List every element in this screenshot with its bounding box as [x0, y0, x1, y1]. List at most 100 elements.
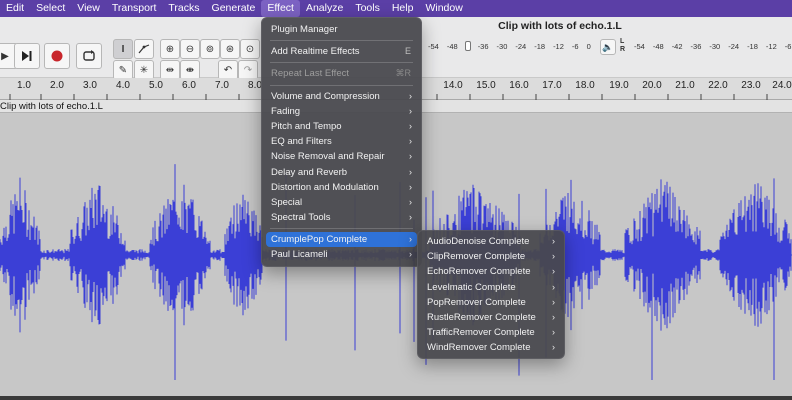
- redo-button[interactable]: ↷: [238, 60, 258, 80]
- menu-item-paul-licameli[interactable]: Paul Licameli ›: [262, 247, 421, 262]
- menu-item-label: Delay and Reverb: [271, 166, 348, 178]
- zoom-out-button[interactable]: ⊖: [180, 39, 200, 59]
- fit-selection-button[interactable]: ⊚: [200, 39, 220, 59]
- menu-item-label: Repeat Last Effect: [271, 68, 349, 80]
- menu-separator: [270, 40, 413, 42]
- zoom-toggle-button[interactable]: ⊙: [240, 39, 260, 59]
- i-beam-icon: I: [121, 43, 125, 55]
- playback-meter-tick: -18: [747, 41, 758, 51]
- chevron-right-icon: ›: [552, 327, 555, 338]
- record-meter-tick: -30: [496, 41, 508, 51]
- menu-item-label: Levelmatic Complete: [427, 281, 516, 293]
- menu-item-label: EQ and Filters: [271, 136, 332, 148]
- playback-meter-tick: -24: [728, 41, 740, 51]
- fit-project-button[interactable]: ⊛: [220, 39, 240, 59]
- menu-separator: [270, 228, 413, 230]
- playback-meter-tick: -30: [709, 41, 721, 51]
- playback-meter-tick: -6: [784, 41, 792, 51]
- record-meter-knob[interactable]: [464, 41, 471, 51]
- menu-item-distortion-and-modulation[interactable]: Distortion and Modulation ›: [262, 180, 421, 195]
- zoom-out-icon: ⊖: [185, 43, 195, 55]
- chevron-right-icon: ›: [409, 120, 412, 131]
- menu-effect[interactable]: Effect: [261, 0, 300, 17]
- draw-tool-button[interactable]: ✎: [113, 60, 133, 80]
- menu-item-spectral-tools[interactable]: Spectral Tools ›: [262, 210, 421, 225]
- menu-item-eq-and-filters[interactable]: EQ and Filters ›: [262, 134, 421, 149]
- asterisk-icon: ✳: [139, 64, 149, 76]
- playback-meter-tick: -48: [652, 41, 664, 51]
- menu-item-label: Spectral Tools: [271, 212, 331, 224]
- record-meter-tick: -36: [477, 41, 489, 51]
- chevron-right-icon: ›: [409, 105, 412, 116]
- effect-menu: Plugin Manager Add Realtime Effects E Re…: [261, 17, 422, 267]
- submenu-item-popremover[interactable]: PopRemover Complete ›: [418, 295, 564, 310]
- record-meter[interactable]: -54 -48 -36 -30 -24 -18 -12 -6 0: [424, 39, 595, 53]
- menu-item-label: Noise Removal and Repair: [271, 151, 385, 163]
- loop-button[interactable]: [76, 43, 102, 69]
- menu-item-label: AudioDenoise Complete: [427, 236, 530, 247]
- submenu-item-windremover[interactable]: WindRemover Complete ›: [418, 340, 564, 355]
- menu-item-plugin-manager[interactable]: Plugin Manager: [262, 22, 421, 37]
- menu-select[interactable]: Select: [30, 0, 71, 17]
- envelope-tool-button[interactable]: [134, 39, 154, 59]
- submenu-item-audiodenoise[interactable]: AudioDenoise Complete ›: [418, 234, 564, 249]
- menu-edit[interactable]: Edit: [0, 0, 30, 17]
- chevron-right-icon: ›: [409, 181, 412, 192]
- ruler-label: 14.0: [443, 80, 463, 91]
- record-meter-tick: -48: [446, 41, 458, 51]
- channel-right-label: R: [620, 46, 626, 53]
- menu-generate[interactable]: Generate: [206, 0, 262, 17]
- submenu-item-trafficremover[interactable]: TrafficRemover Complete ›: [418, 325, 564, 340]
- selection-tool-button[interactable]: I: [113, 39, 133, 59]
- zoom-in-button[interactable]: ⊕: [160, 39, 180, 59]
- menu-item-repeat-last-effect: Repeat Last Effect ⌘R: [262, 66, 421, 81]
- playback-meter[interactable]: -54 -48 -42 -36 -30 -24 -18 -12 -6 0: [630, 39, 792, 53]
- menu-item-noise-removal-and-repair[interactable]: Noise Removal and Repair ›: [262, 149, 421, 164]
- ruler-label: 18.0: [575, 80, 595, 91]
- menu-tools[interactable]: Tools: [349, 0, 386, 17]
- menu-transport[interactable]: Transport: [106, 0, 163, 17]
- menu-item-label: EchoRemover Complete: [427, 266, 531, 278]
- ruler-label: 19.0: [609, 80, 629, 91]
- menu-item-label: PopRemover Complete: [427, 296, 526, 308]
- menu-item-volume-and-compression[interactable]: Volume and Compression ›: [262, 89, 421, 104]
- submenu-item-echoremover[interactable]: EchoRemover Complete ›: [418, 264, 564, 279]
- submenu-item-clipremover[interactable]: ClipRemover Complete ›: [418, 249, 564, 264]
- trim-button[interactable]: ⇹: [160, 60, 180, 80]
- chevron-right-icon: ›: [409, 234, 412, 245]
- silence-button[interactable]: ⇼: [180, 60, 200, 80]
- menu-separator: [270, 84, 413, 86]
- multi-tool-button[interactable]: ✳: [134, 60, 154, 80]
- silence-icon: ⇼: [185, 64, 195, 76]
- menu-item-label: TrafficRemover Complete: [427, 327, 535, 339]
- playback-volume-button[interactable]: 🔈: [600, 39, 616, 55]
- menu-item-special[interactable]: Special ›: [262, 195, 421, 210]
- menu-item-fading[interactable]: Fading ›: [262, 104, 421, 119]
- menu-item-add-realtime-effects[interactable]: Add Realtime Effects E: [262, 44, 421, 59]
- menu-view[interactable]: View: [71, 0, 106, 17]
- menu-analyze[interactable]: Analyze: [300, 0, 349, 17]
- menu-item-delay-and-reverb[interactable]: Delay and Reverb ›: [262, 165, 421, 180]
- menu-item-label: CrumplePop Complete: [271, 234, 368, 246]
- ruler-label: 5.0: [149, 80, 163, 91]
- menu-tracks[interactable]: Tracks: [162, 0, 205, 17]
- chevron-right-icon: ›: [552, 296, 555, 307]
- menu-item-label: Pitch and Tempo: [271, 120, 342, 132]
- menu-item-label: Paul Licameli: [271, 249, 328, 261]
- menu-item-label: Distortion and Modulation: [271, 181, 379, 193]
- zoom-toggle-icon: ⊙: [245, 43, 255, 55]
- ruler-label: 7.0: [215, 80, 229, 91]
- shortcut-label: ⌘R: [395, 68, 412, 79]
- playback-meter-tick: -42: [671, 41, 683, 51]
- ruler-label: 16.0: [509, 80, 529, 91]
- menu-item-pitch-and-tempo[interactable]: Pitch and Tempo ›: [262, 119, 421, 134]
- ruler-label: 21.0: [675, 80, 695, 91]
- submenu-item-levelmatic[interactable]: Levelmatic Complete ›: [418, 280, 564, 295]
- menu-window[interactable]: Window: [419, 0, 468, 17]
- menu-help[interactable]: Help: [386, 0, 420, 17]
- skip-end-button[interactable]: [14, 43, 40, 69]
- undo-button[interactable]: ↶: [218, 60, 238, 80]
- menu-item-crumplepop-complete[interactable]: CrumplePop Complete ›: [266, 232, 417, 248]
- record-button[interactable]: [44, 43, 70, 69]
- submenu-item-rustleremover[interactable]: RustleRemover Complete ›: [418, 310, 564, 325]
